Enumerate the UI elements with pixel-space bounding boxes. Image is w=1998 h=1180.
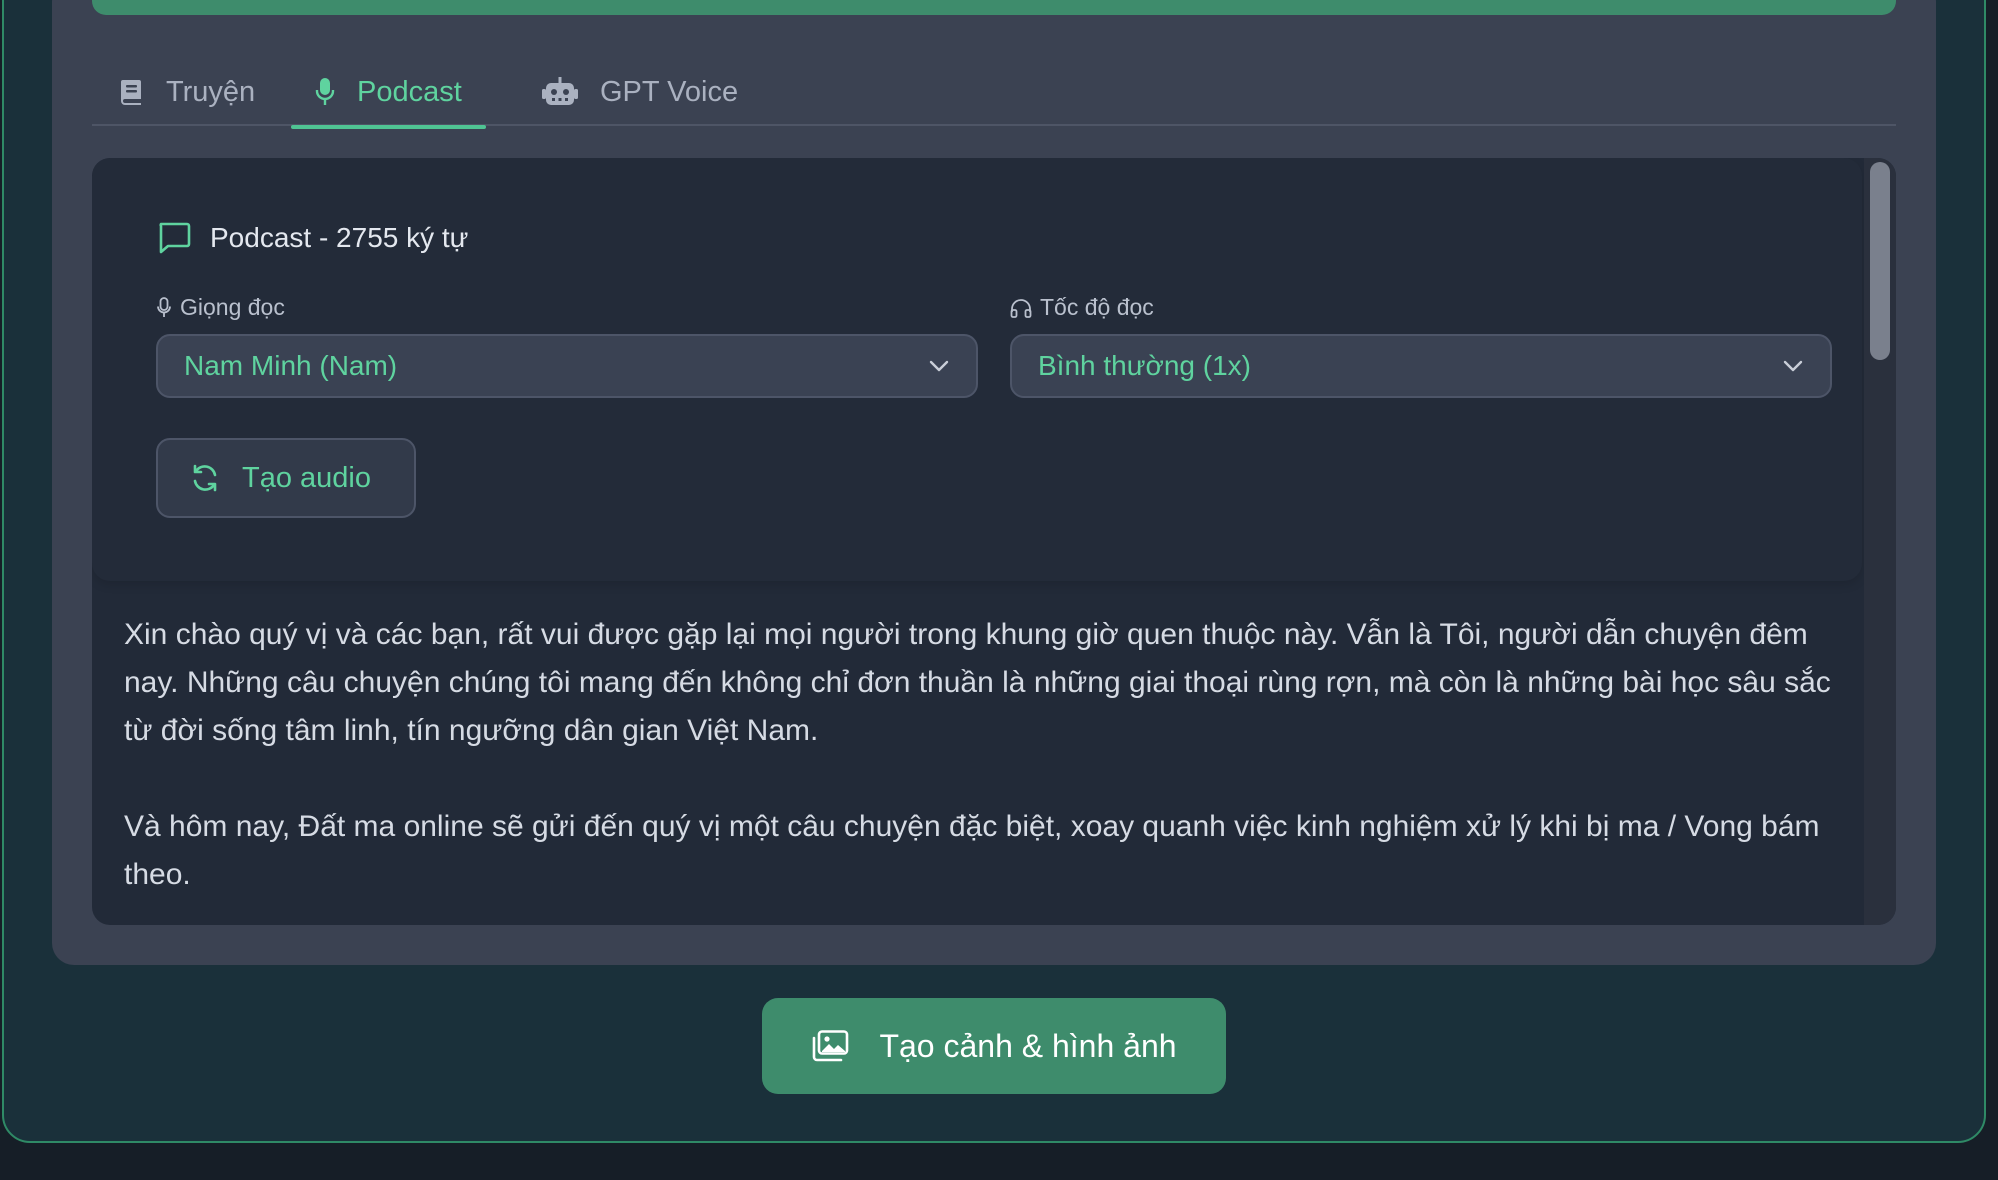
podcast-script: Xin chào quý vị và các bạn, rất vui được… [124,611,1864,925]
microphone-icon [156,296,172,319]
settings-title: Podcast - 2755 ký tự [156,220,468,256]
tab-label: Truyện [166,75,256,108]
create-scenes-button[interactable]: Tạo cảnh & hình ảnh [762,998,1226,1094]
podcast-panel: Podcast - 2755 ký tự Giọng đọc Tốc độ đọ… [92,158,1896,925]
generate-audio-label: Tạo audio [242,461,371,494]
create-scenes-label: Tạo cảnh & hình ảnh [879,1027,1177,1064]
tab-label: GPT Voice [600,75,739,108]
scrollbar-track[interactable] [1864,158,1896,925]
tab-podcast[interactable]: Podcast [291,58,486,129]
chevron-down-icon [1782,359,1804,373]
script-paragraph: Xin chào quý vị và các bạn, rất vui được… [124,618,1831,747]
speed-label-text: Tốc độ đọc [1040,294,1154,320]
speed-label: Tốc độ đọc [1010,294,1154,321]
chevron-down-icon [928,359,950,373]
voice-select[interactable]: Nam Minh (Nam) [156,334,978,398]
script-paragraph: Và hôm nay, Đất ma online sẽ gửi đến quý… [124,810,1820,891]
voice-label-text: Giọng đọc [180,294,285,320]
tab-label: Podcast [357,75,462,108]
settings-title-text: Podcast - 2755 ký tự [210,222,469,253]
images-icon [811,1030,849,1062]
voice-label: Giọng đọc [156,294,285,321]
voice-select-value: Nam Minh (Nam) [184,350,398,381]
tab-truyen[interactable]: Truyện [120,58,255,126]
headphones-icon [1010,298,1032,318]
book-icon [120,78,144,106]
audio-settings: Podcast - 2755 ký tự Giọng đọc Tốc độ đọ… [92,158,1862,581]
top-progress-bar [92,0,1896,15]
tab-gpt-voice[interactable]: GPT Voice [542,58,738,126]
tab-bar: Truyện Podcast GPT Voice [92,58,1896,129]
chat-bubble-icon [156,220,192,256]
generate-audio-button[interactable]: Tạo audio [156,438,416,518]
speed-select-value: Bình thường (1x) [1038,350,1251,381]
speed-select[interactable]: Bình thường (1x) [1010,334,1832,398]
refresh-icon [190,463,220,493]
scrollbar-thumb[interactable] [1870,162,1890,360]
microphone-icon [315,77,335,107]
robot-icon [542,77,578,107]
